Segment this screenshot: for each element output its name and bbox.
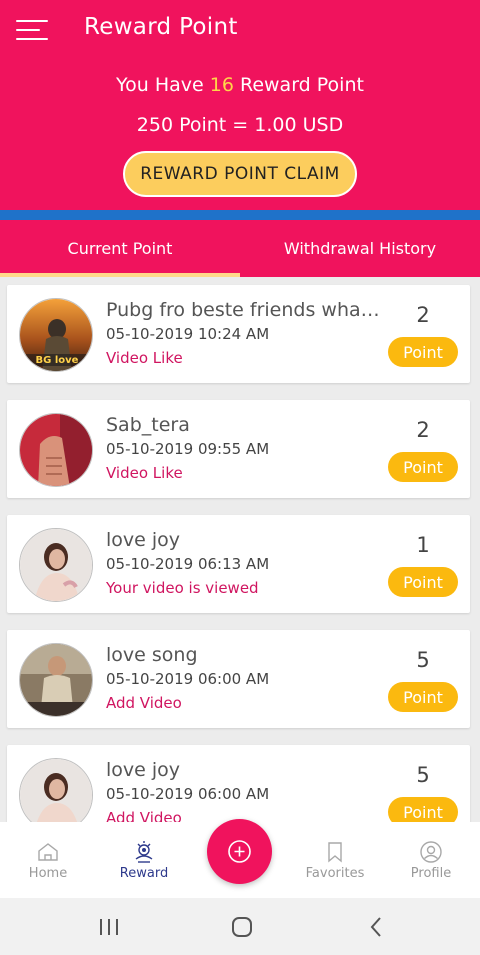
reward-points-value: 16 (209, 74, 234, 96)
reward-points: 1 (416, 533, 430, 557)
reward-type: Add Video (106, 694, 182, 712)
bookmark-icon (328, 842, 342, 863)
reward-icon (135, 841, 153, 863)
reward-points: 5 (416, 648, 430, 672)
nav-item-profile[interactable]: Profile (383, 822, 479, 898)
point-badge: Point (388, 682, 458, 712)
nav-item-reward[interactable]: Reward (96, 822, 192, 898)
back-icon[interactable] (364, 914, 390, 940)
reward-type: Your video is viewed (106, 579, 259, 597)
point-badge: Point (388, 337, 458, 367)
add-button[interactable] (207, 819, 272, 884)
add-circle-icon (228, 840, 251, 863)
reward-type: Add Video (106, 809, 182, 822)
reward-points-summary: You Have 16 Reward Point (116, 74, 364, 96)
reward-point-claim-button[interactable]: REWARD POINT CLAIM (123, 151, 357, 197)
reward-title: love joy (106, 759, 181, 781)
list-item[interactable]: love joy 05-10-2019 06:13 AM Your video … (7, 515, 470, 613)
home-icon (38, 843, 58, 861)
divider-bar (0, 210, 480, 220)
point-badge: Point (388, 797, 458, 822)
reward-date: 05-10-2019 06:00 AM (106, 785, 270, 803)
reward-title: Pubg fro beste friends whatsapp (106, 299, 381, 321)
avatar: BG love (19, 298, 93, 372)
nav-label: Home (28, 866, 68, 881)
list-item[interactable]: love song 05-10-2019 06:00 AM Add Video … (7, 630, 470, 728)
reward-points: 5 (416, 763, 430, 787)
point-badge: Point (388, 452, 458, 482)
reward-title: Sab_tera (106, 414, 190, 436)
list-item[interactable]: Sab_tera 05-10-2019 09:55 AM Video Like … (7, 400, 470, 498)
avatar (19, 413, 93, 487)
reward-date: 05-10-2019 06:13 AM (106, 555, 270, 573)
avatar (19, 758, 93, 822)
point-badge: Point (388, 567, 458, 597)
reward-date: 05-10-2019 10:24 AM (106, 325, 270, 343)
nav-label: Favorites (305, 866, 365, 881)
nav-label: Reward (119, 866, 169, 881)
avatar (19, 528, 93, 602)
tab-withdrawal-history[interactable]: Withdrawal History (240, 220, 480, 277)
header: Reward Point You Have 16 Reward Point 25… (0, 0, 480, 210)
reward-points: 2 (416, 418, 430, 442)
reward-type: Video Like (106, 464, 183, 482)
reward-list[interactable]: BG love Pubg fro beste friends whatsapp … (0, 277, 480, 822)
nav-label: Profile (410, 866, 452, 881)
nav-item-favorites[interactable]: Favorites (287, 822, 383, 898)
reward-date: 05-10-2019 06:00 AM (106, 670, 270, 688)
tab-current-point[interactable]: Current Point (0, 220, 240, 277)
menu-icon[interactable] (16, 18, 48, 42)
nav-item-home[interactable]: Home (0, 822, 96, 898)
page-title: Reward Point (84, 14, 238, 40)
list-item[interactable]: BG love Pubg fro beste friends whatsapp … (7, 285, 470, 383)
conversion-rate: 250 Point = 1.00 USD (136, 114, 344, 136)
home-circle-icon[interactable] (229, 914, 255, 940)
reward-title: love joy (106, 529, 181, 551)
reward-points: 2 (416, 303, 430, 327)
reward-title: love song (106, 644, 198, 666)
recent-apps-icon[interactable] (96, 914, 122, 940)
tab-bar: Current Point Withdrawal History (0, 220, 480, 277)
avatar (19, 643, 93, 717)
profile-icon (420, 841, 442, 863)
svg-text:BG love: BG love (36, 355, 79, 366)
system-nav-bar (0, 898, 480, 955)
reward-type: Video Like (106, 349, 183, 367)
reward-date: 05-10-2019 09:55 AM (106, 440, 270, 458)
